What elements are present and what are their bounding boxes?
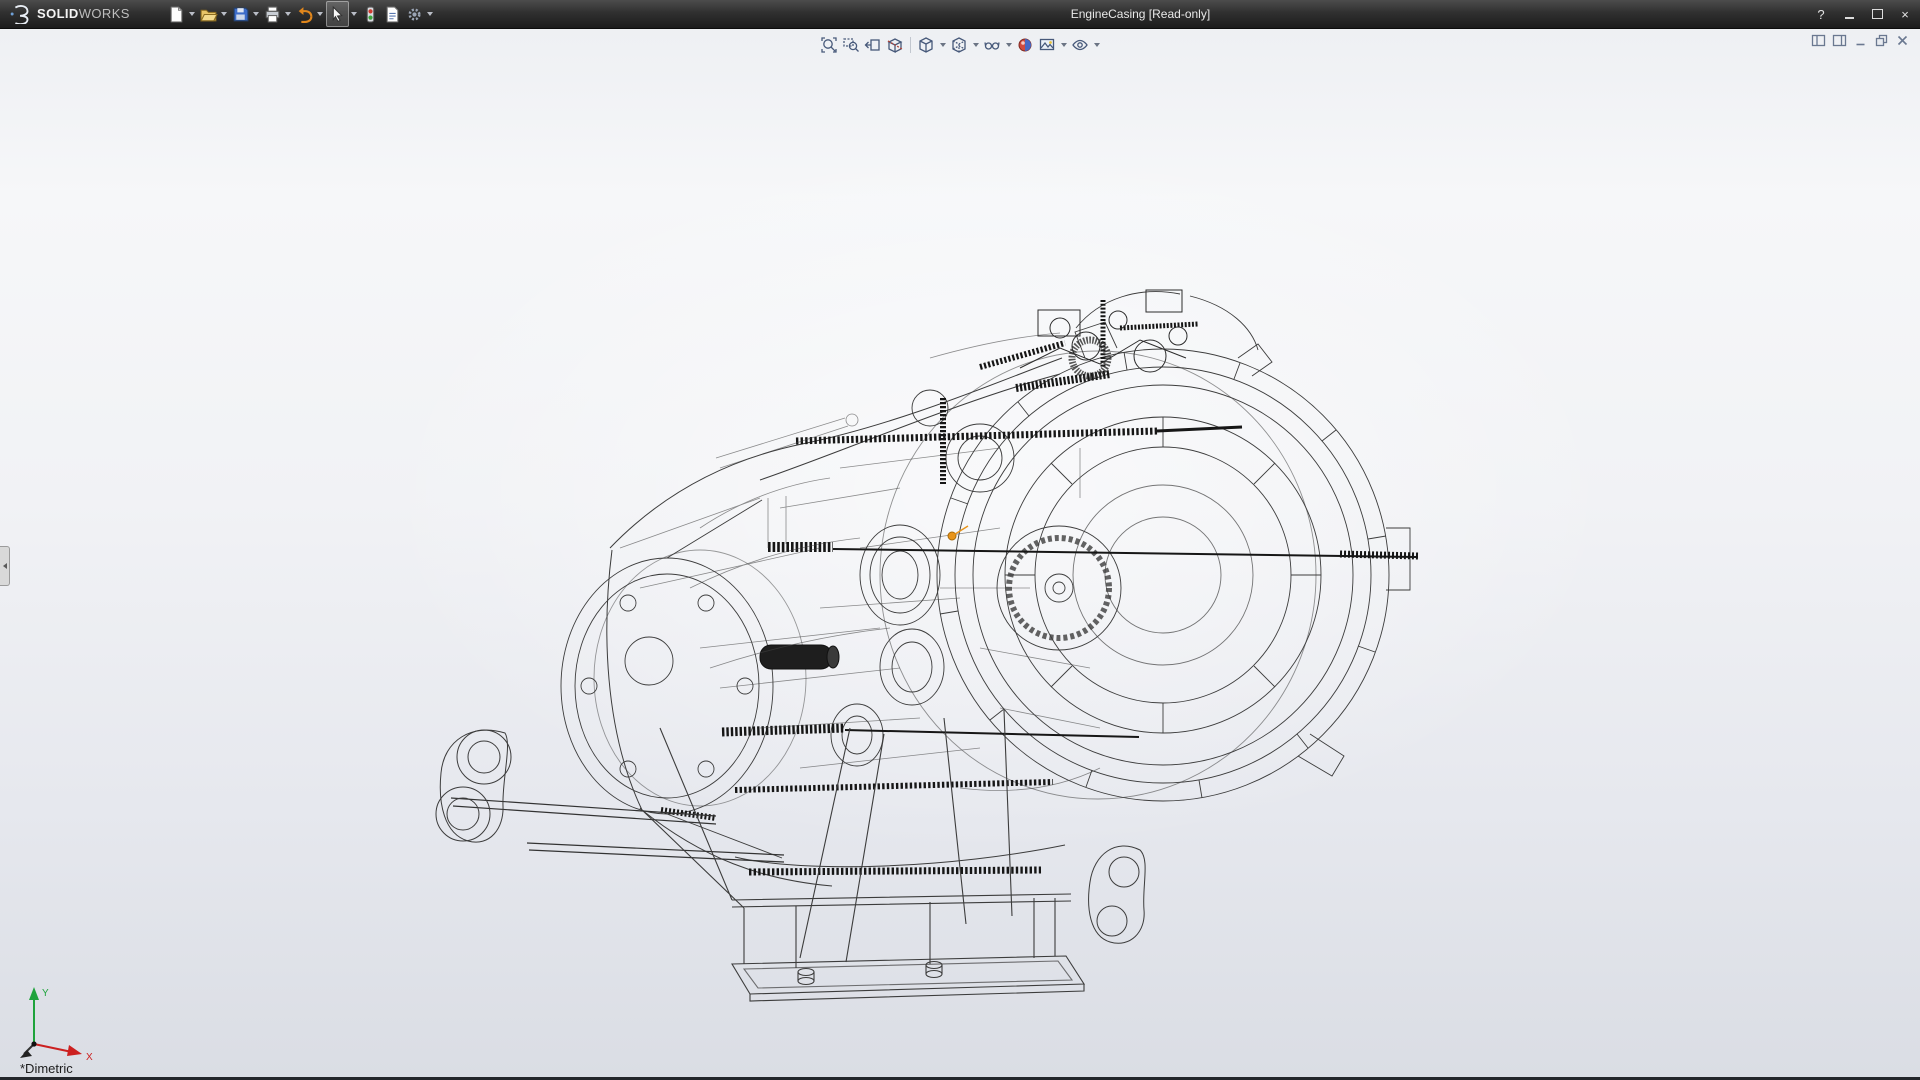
select-button[interactable] [326, 1, 349, 27]
help-button[interactable]: ? [1814, 7, 1828, 21]
minimize-button[interactable] [1842, 7, 1856, 21]
options-gear-icon [405, 5, 424, 24]
select-dropdown[interactable] [350, 2, 359, 26]
hide-show-items-glasses-icon [983, 36, 1001, 54]
view-settings-dropdown[interactable] [1092, 33, 1101, 57]
section-view-button[interactable] [885, 33, 905, 57]
open-button[interactable] [198, 2, 219, 26]
select-cursor-icon [328, 5, 347, 24]
window-controls: ? × [1814, 0, 1912, 28]
x-axis-label: X [86, 1052, 93, 1063]
titlebar: SOLIDWORKS [0, 0, 1920, 29]
dassault-logo-icon [8, 4, 32, 24]
undo-icon [295, 5, 314, 24]
z-axis-arrow [20, 1050, 32, 1058]
new-document-icon [167, 5, 186, 24]
save-dropdown[interactable] [252, 2, 261, 26]
document-window-controls [1811, 33, 1910, 48]
quick-access-toolbar [166, 1, 435, 27]
file-properties-button[interactable] [382, 2, 403, 26]
x-axis-arrow [67, 1045, 82, 1056]
edit-appearance-button[interactable] [1015, 33, 1035, 57]
apply-scene-button[interactable] [1037, 33, 1057, 57]
undo-dropdown[interactable] [316, 2, 325, 26]
restore-document-icon[interactable] [1874, 33, 1889, 48]
brand-text: SOLIDWORKS [37, 5, 130, 23]
triad-origin [31, 1041, 36, 1046]
undo-button[interactable] [294, 2, 315, 26]
print-dropdown[interactable] [284, 2, 293, 26]
new-document-dropdown[interactable] [188, 2, 197, 26]
zoom-to-fit-icon [820, 36, 838, 54]
document-title: EngineCasing [Read-only] [1071, 0, 1210, 28]
maximize-button[interactable] [1870, 7, 1884, 21]
hide-show-items-button[interactable] [982, 33, 1002, 57]
reference-triad: Y X [12, 974, 104, 1070]
print-icon [263, 5, 282, 24]
display-style-icon [950, 36, 968, 54]
hide-show-items-dropdown[interactable] [1004, 33, 1013, 57]
previous-view-icon [864, 36, 882, 54]
display-style-button[interactable] [949, 33, 969, 57]
save-button[interactable] [230, 2, 251, 26]
y-axis-label: Y [42, 988, 49, 999]
open-icon [199, 5, 218, 24]
graphics-viewport[interactable]: Y X *Dimetric [0, 28, 1920, 1080]
save-icon [231, 5, 250, 24]
rebuild-button[interactable] [360, 2, 381, 26]
open-dropdown[interactable] [220, 2, 229, 26]
view-orientation-label: *Dimetric [20, 1061, 73, 1076]
maximize-icon [1872, 9, 1883, 19]
application-window: { "titlebar": { "brand_bold": "SOLID", "… [0, 0, 1920, 1080]
minimize-document-icon[interactable] [1853, 33, 1868, 48]
brand-works: WORKS [79, 6, 130, 21]
heads-up-toolbar [815, 32, 1105, 58]
close-button[interactable]: × [1898, 7, 1912, 21]
display-style-dropdown[interactable] [971, 33, 980, 57]
y-axis-arrow [29, 987, 39, 1000]
view-settings-eye-icon [1071, 36, 1089, 54]
apply-scene-dropdown[interactable] [1059, 33, 1068, 57]
new-document-button[interactable] [166, 2, 187, 26]
split-view-left-icon[interactable] [1811, 33, 1826, 48]
view-settings-button[interactable] [1070, 33, 1090, 57]
view-orientation-cube-icon [917, 36, 935, 54]
minimize-icon [1845, 17, 1854, 19]
options-dropdown[interactable] [426, 2, 435, 26]
zoom-to-area-icon [842, 36, 860, 54]
view-orientation-button[interactable] [916, 33, 936, 57]
rebuild-icon [361, 5, 380, 24]
brand-solid: SOLID [37, 6, 79, 21]
engine-casing-wireframe-model[interactable] [0, 28, 1920, 1080]
print-button[interactable] [262, 2, 283, 26]
split-view-right-icon[interactable] [1832, 33, 1847, 48]
zoom-to-area-button[interactable] [841, 33, 861, 57]
section-view-icon [886, 36, 904, 54]
view-orientation-dropdown[interactable] [938, 33, 947, 57]
edit-appearance-ball-icon [1016, 36, 1034, 54]
zoom-to-fit-button[interactable] [819, 33, 839, 57]
toolbar-separator [910, 37, 911, 53]
apply-scene-icon [1038, 36, 1056, 54]
close-document-icon[interactable] [1895, 33, 1910, 48]
options-button[interactable] [404, 2, 425, 26]
file-properties-icon [383, 5, 402, 24]
feature-manager-collapsed-tab[interactable] [0, 546, 10, 586]
previous-view-button[interactable] [863, 33, 883, 57]
brand: SOLIDWORKS [0, 4, 140, 24]
